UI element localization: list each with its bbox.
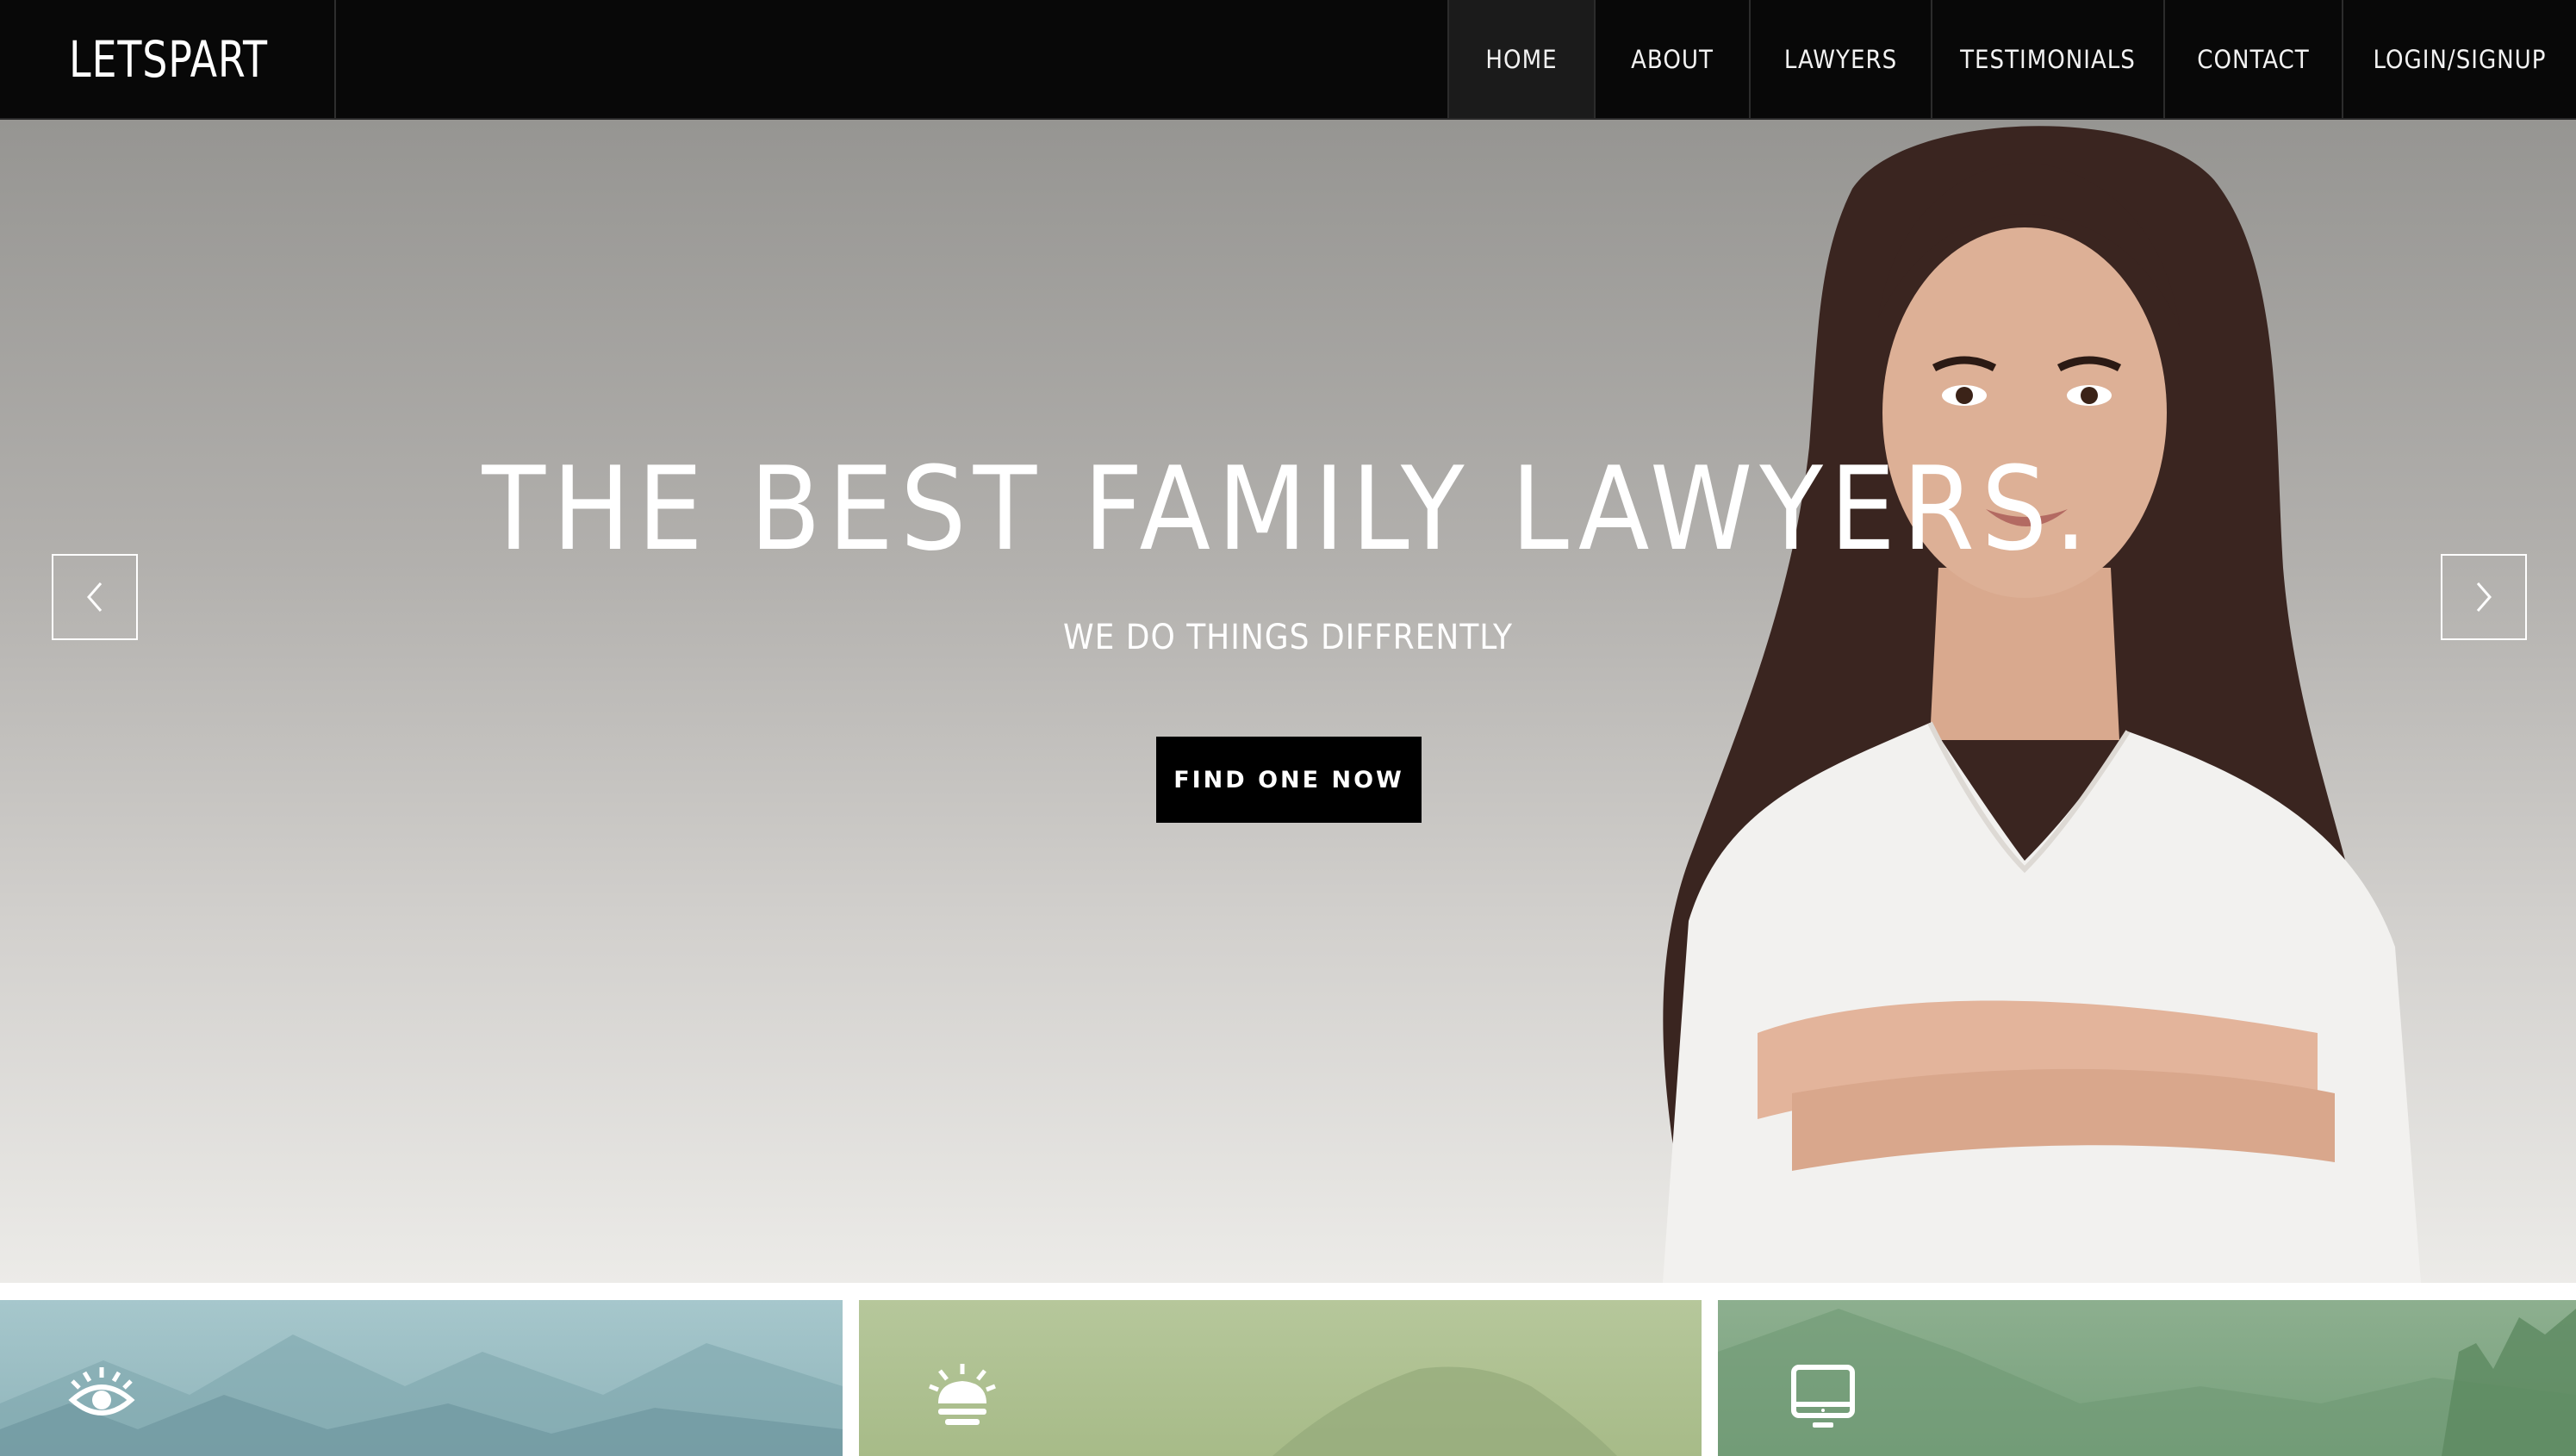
nav-about[interactable]: ABOUT [1594,0,1749,118]
eye-icon [68,1367,135,1416]
feature-card-vision[interactable] [0,1300,843,1456]
nav-login-signup[interactable]: LOGIN/SIGNUP [2342,0,2576,118]
feature-card-ideas[interactable] [859,1300,1702,1456]
find-one-now-button[interactable]: FIND ONE NOW [1156,737,1422,823]
monitor-icon [1791,1365,1855,1428]
nav-lawyers[interactable]: LAWYERS [1749,0,1931,118]
hero-slider: THE BEST FAMILY LAWYERS. WE DO THINGS DI… [0,120,2576,1283]
feature-card-digital[interactable] [1718,1300,2576,1456]
hero-portrait-image [1663,126,2421,1283]
hero-title: THE BEST FAMILY LAWYERS. [482,442,2094,576]
brand-name: LETSPART [69,29,268,89]
hero-subtitle: WE DO THINGS DIFFRENTLY [1063,618,1513,657]
slider-prev-button[interactable] [52,554,138,640]
slider-next-button[interactable] [2441,554,2527,640]
main-menu: HOME ABOUT LAWYERS TESTIMONIALS CONTACT … [1447,0,2576,118]
chevron-right-icon [2476,582,2492,612]
top-navbar: LETSPART HOME ABOUT LAWYERS TESTIMONIALS… [0,0,2576,120]
brand-logo[interactable]: LETSPART [0,0,336,118]
lightbulb-icon [929,1364,996,1425]
nav-home[interactable]: HOME [1447,0,1594,118]
nav-testimonials[interactable]: TESTIMONIALS [1931,0,2163,118]
nav-contact[interactable]: CONTACT [2163,0,2342,118]
chevron-left-icon [87,582,103,612]
